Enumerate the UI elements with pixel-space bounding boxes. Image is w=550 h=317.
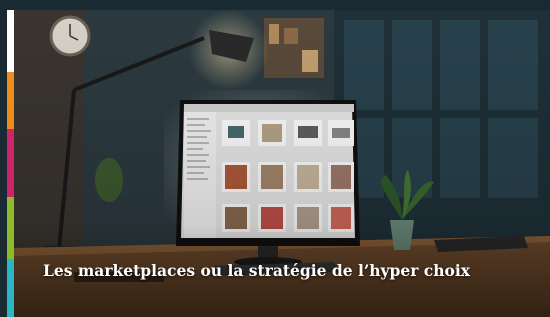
article-title[interactable]: Les marketplaces ou la stratégie de l’hy…: [43, 261, 470, 280]
color-stripe-orange: [7, 72, 14, 129]
color-stripe-magenta: [7, 129, 14, 197]
color-stripe-cyan: [7, 259, 14, 317]
article-card[interactable]: Les marketplaces ou la stratégie de l’hy…: [0, 0, 550, 317]
color-stripe-white: [7, 10, 14, 72]
color-stripe-green: [7, 197, 14, 259]
